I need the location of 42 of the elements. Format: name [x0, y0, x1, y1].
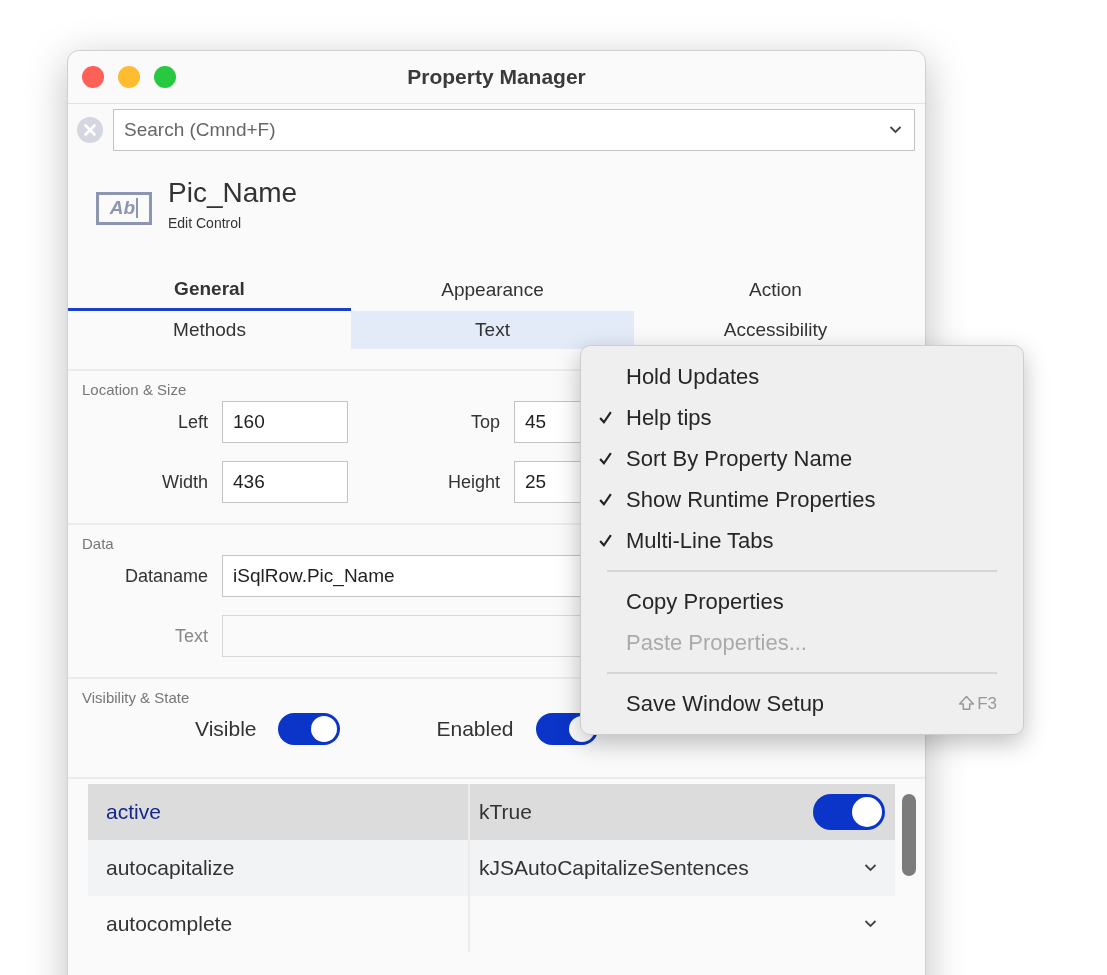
object-name: Pic_Name — [168, 177, 298, 209]
chevron-down-icon[interactable] — [864, 864, 877, 872]
window-title: Property Manager — [407, 65, 586, 89]
property-name: autocomplete — [106, 912, 233, 936]
field-label: Dataname — [123, 565, 208, 587]
input-field[interactable]: 436 — [222, 461, 348, 503]
input-field[interactable]: 160 — [222, 401, 348, 443]
scrollbar[interactable] — [902, 794, 916, 876]
property-name: autocapitalize — [106, 856, 235, 880]
field-label: Top — [469, 411, 500, 433]
field-label: Height — [446, 471, 500, 493]
toggle-switch[interactable] — [278, 713, 341, 745]
field-label: Width — [161, 471, 208, 493]
tab[interactable]: Text — [351, 311, 634, 349]
shift-icon — [958, 695, 976, 712]
tab[interactable]: Action — [634, 269, 917, 311]
toggle-label: Visible — [195, 717, 257, 741]
section-title: Visibility & State — [82, 689, 190, 706]
shortcut-text: F3 — [977, 693, 997, 714]
tab[interactable]: Methods — [68, 311, 351, 349]
search-field[interactable]: Search (Cmnd+F) — [113, 109, 915, 151]
tab[interactable]: Appearance — [351, 269, 634, 311]
section-title: Location & Size — [82, 381, 187, 398]
property-row[interactable]: active kTrue — [88, 784, 895, 840]
chevron-down-icon[interactable] — [864, 920, 877, 928]
field-label: Left — [176, 411, 208, 433]
property-value: kJSAutoCapitalizeSentences — [479, 856, 749, 880]
tab[interactable]: General — [68, 269, 351, 311]
section-title: Data — [82, 535, 114, 552]
field-label: Text — [174, 625, 208, 647]
menu-item[interactable]: Save Window Setup F3 — [581, 683, 1023, 724]
menu-item[interactable]: Hold Updates — [581, 356, 1023, 397]
object-type: Edit Control — [168, 215, 243, 231]
property-name: active — [106, 800, 161, 824]
chevron-down-icon[interactable] — [889, 126, 902, 134]
property-row[interactable]: autocapitalize kJSAutoCapitalizeSentences — [88, 840, 895, 896]
close-window-button[interactable] — [82, 66, 104, 88]
toggle-label: Enabled — [436, 717, 514, 741]
tab[interactable]: Accessibility — [634, 311, 917, 349]
toggle-switch[interactable] — [813, 794, 885, 830]
property-value: kTrue — [479, 800, 532, 824]
edit-control-icon: Ab — [96, 191, 152, 225]
